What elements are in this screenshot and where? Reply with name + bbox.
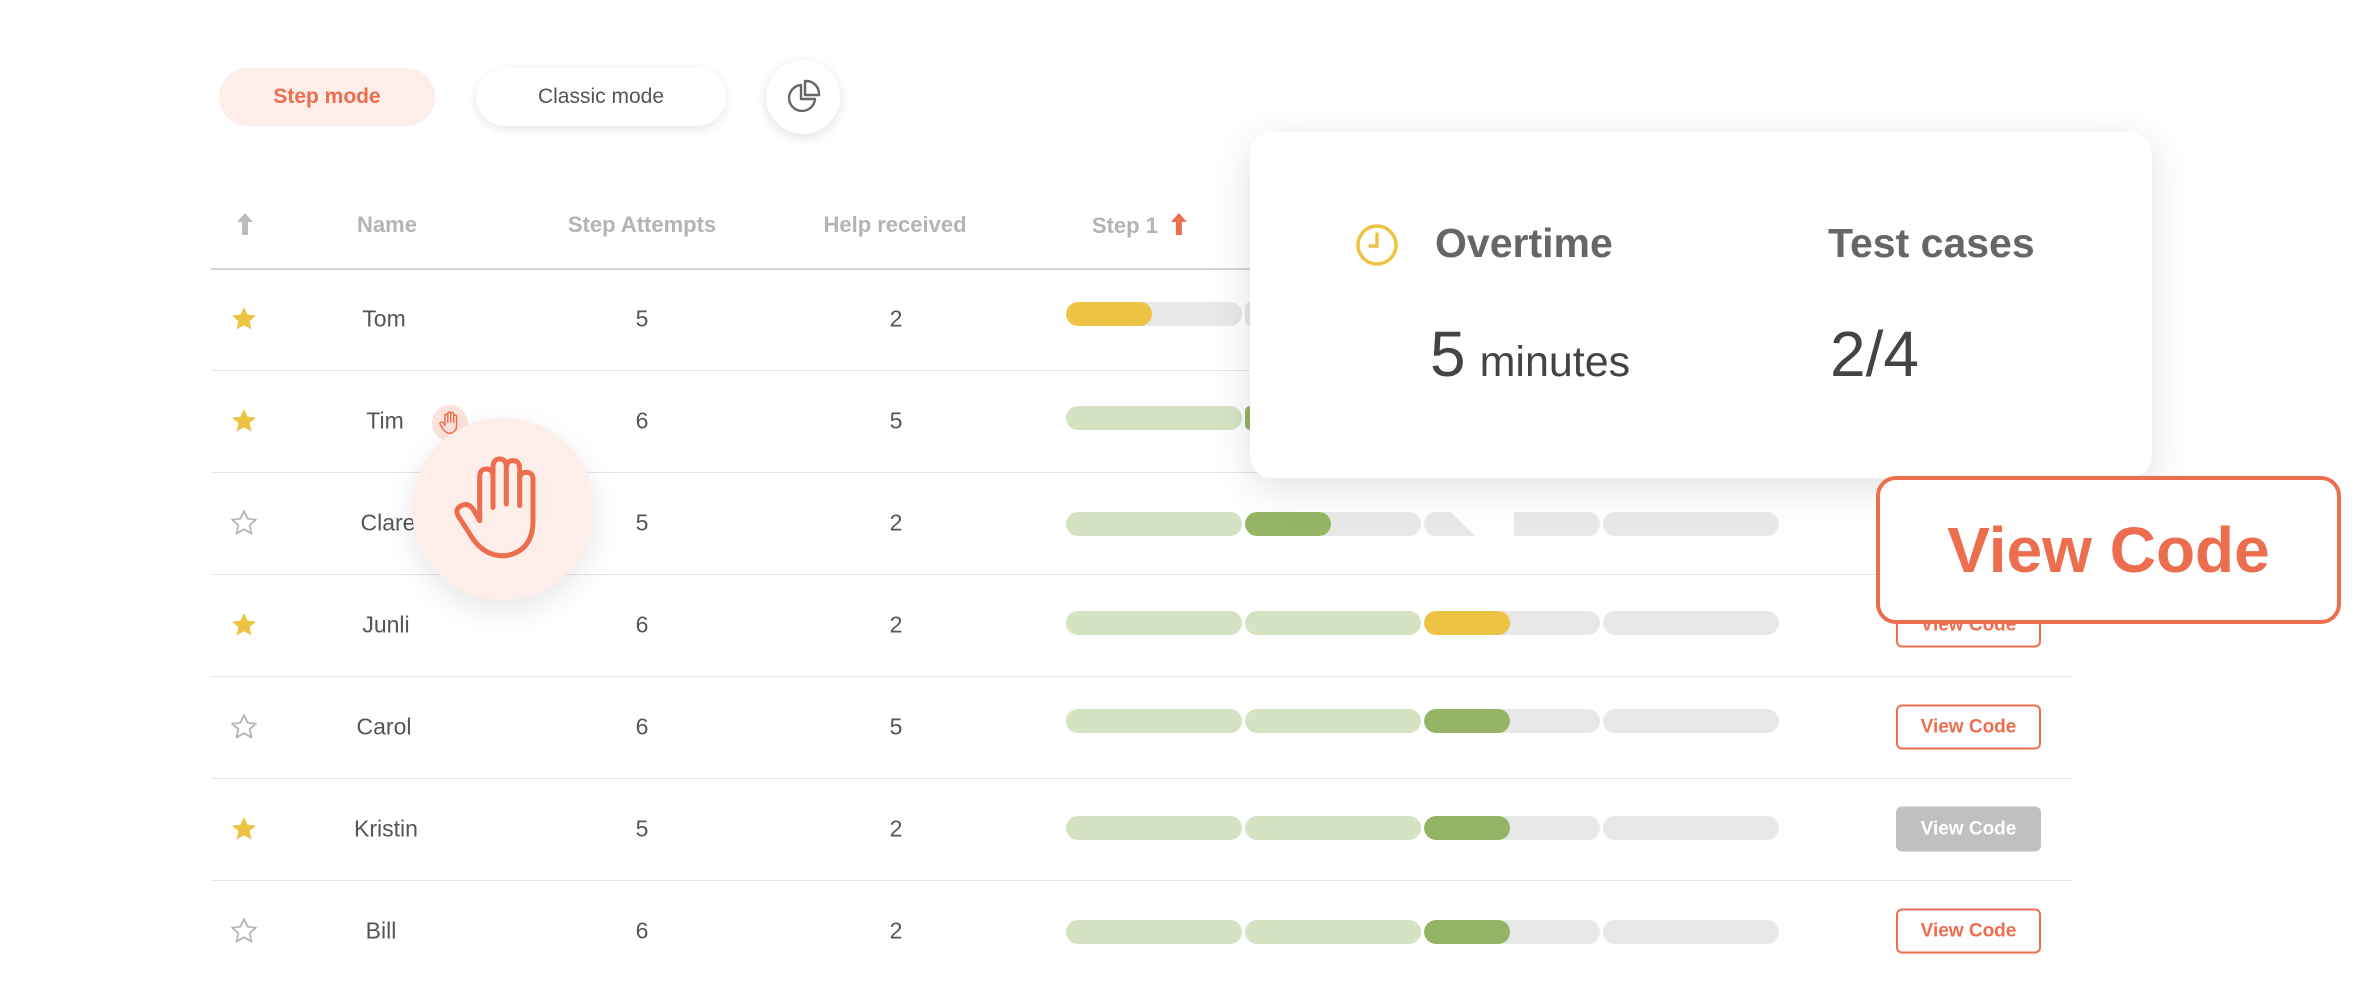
step-mode-button[interactable]: Step mode [219,68,435,126]
step-attempts: 5 [635,509,649,536]
step-progress-bar [1066,816,1242,840]
classic-mode-button[interactable]: Classic mode [476,68,726,126]
step-progress-bar [1066,611,1242,635]
student-name: Kristin [354,815,418,842]
step-progress-bar [1424,816,1600,840]
table-row[interactable]: Kristin 5 2 View Code [0,778,2379,880]
hand-icon [454,456,536,559]
step-attempts: 6 [635,611,649,638]
sort-arrow-icon[interactable] [234,211,256,237]
student-name: Tim [366,407,404,434]
step-progress-bar [1603,709,1779,733]
step-tooltip: Overtime 5 minutes Test cases 2/4 [1250,132,2152,478]
student-name: Carol [356,713,412,740]
help-received: 2 [889,611,903,638]
student-name: Clare [360,509,416,536]
step-progress-bar [1424,611,1600,635]
view-code-button[interactable]: View Code [1896,704,2041,750]
clock-icon [1356,224,1398,266]
star-filled-icon[interactable] [229,406,259,436]
table-row[interactable]: Bill 6 2 View Code [0,880,2379,982]
step-attempts: 5 [635,305,649,332]
test-cases-label: Test cases [1828,220,2035,266]
student-name: Junli [362,611,410,638]
step-progress-bar [1603,816,1779,840]
step-progress-bar [1603,611,1779,635]
overtime-value: 5 minutes [1430,317,1630,391]
step-progress-bar [1066,406,1242,430]
step-attempts: 6 [635,407,649,434]
overtime-label: Overtime [1435,220,1613,266]
step-progress-bar [1603,512,1779,536]
star-outline-icon[interactable] [229,712,259,742]
star-filled-icon[interactable] [229,610,259,640]
step-progress-bar [1245,611,1421,635]
student-name: Bill [365,917,397,944]
raised-hand-callout [412,418,594,600]
help-received: 2 [889,917,903,944]
test-cases-value: 2/4 [1830,318,1919,390]
step-progress-bar [1603,920,1779,944]
pie-chart-icon [787,79,821,113]
help-received: 2 [889,815,903,842]
star-outline-icon[interactable] [229,916,259,946]
step-attempts: 6 [635,917,649,944]
help-received: 5 [889,713,903,740]
header-step-attempts[interactable]: Step Attempts [568,212,716,238]
step-progress-bar [1066,512,1242,536]
help-received: 5 [889,407,903,434]
view-code-button-disabled: View Code [1896,806,2041,852]
step-progress-bar [1066,302,1242,326]
step-progress-bar [1245,816,1421,840]
header-name[interactable]: Name [357,212,417,238]
step-attempts: 5 [635,815,649,842]
table-row[interactable]: Carol 6 5 View Code [0,676,2379,778]
help-received: 2 [889,305,903,332]
header-help-received[interactable]: Help received [823,212,966,238]
step-progress-bar [1245,512,1421,536]
step-attempts: 6 [635,713,649,740]
header-step-1-label: Step 1 [1091,213,1158,238]
star-filled-icon[interactable] [229,304,259,334]
step-progress-bar [1424,709,1600,733]
view-code-callout-button[interactable]: View Code [1876,476,2341,624]
step-progress-bar [1245,920,1421,944]
step-progress-bar [1066,709,1242,733]
sort-up-arrow-icon [1171,213,1188,235]
star-outline-icon[interactable] [229,508,259,538]
chart-view-button[interactable] [766,60,840,134]
header-step-1[interactable]: Step 1 [1092,212,1188,239]
star-filled-icon[interactable] [229,814,259,844]
student-name: Tom [362,305,406,332]
step-progress-bar [1066,920,1242,944]
tooltip-pointer [1412,474,1514,574]
overtime-unit: minutes [1479,338,1631,386]
help-received: 2 [889,509,903,536]
step-progress-bar [1245,709,1421,733]
overtime-number: 5 [1430,318,1466,390]
step-progress-bar [1424,920,1600,944]
view-code-button[interactable]: View Code [1896,908,2041,954]
